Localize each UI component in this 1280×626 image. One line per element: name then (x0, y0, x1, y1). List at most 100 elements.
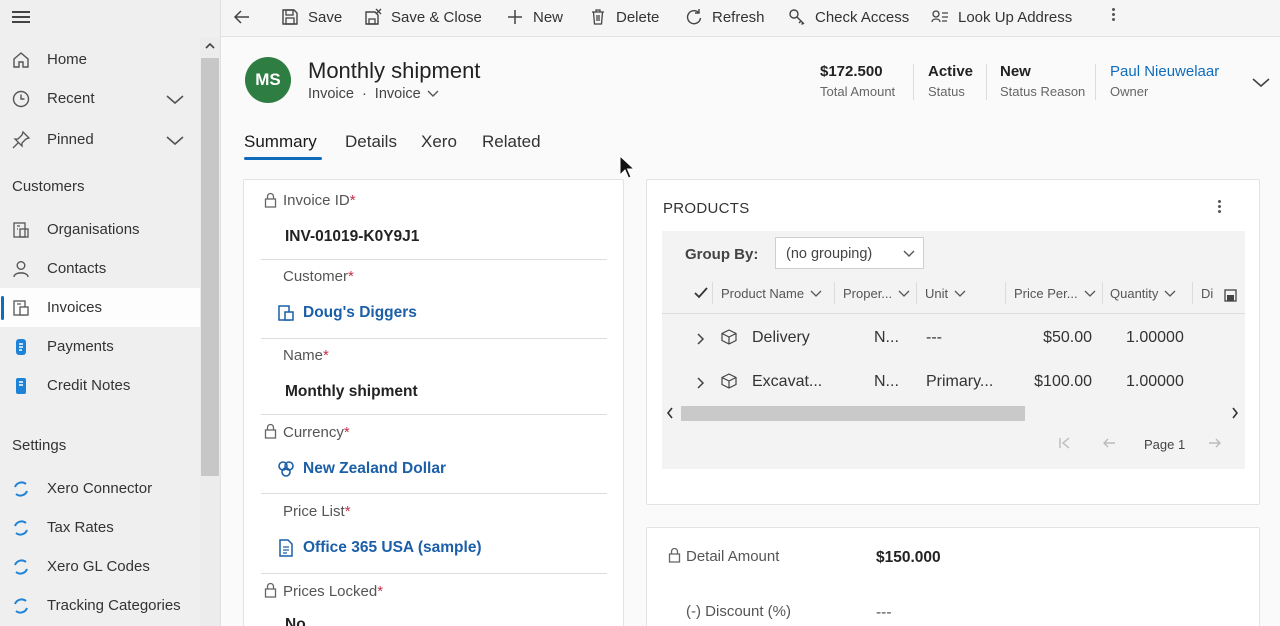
currency-label: Currency* (283, 424, 350, 441)
sidebar-item-tracking-categories[interactable]: Tracking Categories (0, 586, 200, 625)
chevron-down-icon[interactable] (165, 91, 185, 107)
back-button[interactable] (233, 0, 260, 34)
chevron-down-icon (898, 290, 910, 297)
more-commands-icon[interactable] (1110, 6, 1116, 24)
product-name-link[interactable]: Delivery (752, 329, 810, 347)
chevron-down-icon[interactable] (427, 90, 439, 98)
price-list-value: Office 365 USA (sample) (303, 539, 482, 556)
save-button[interactable]: Save (281, 0, 342, 34)
form-selector[interactable]: Invoice (375, 86, 421, 102)
chevron-right-icon[interactable] (695, 377, 705, 389)
group-by-select[interactable]: (no grouping) (775, 237, 924, 269)
price-list-label: Price List* (283, 503, 351, 520)
products-title: PRODUCTS (663, 200, 750, 217)
sidebar-item-label: Pinned (47, 131, 94, 148)
field-divider (261, 338, 607, 339)
column-header-product-name[interactable]: Product Name (721, 286, 822, 301)
credit-note-icon (16, 378, 26, 394)
sidebar-item-xero-gl-codes[interactable]: Xero GL Codes (0, 547, 200, 586)
page-indicator: Page 1 (1144, 437, 1186, 452)
sidebar-item-xero-connector[interactable]: Xero Connector (0, 469, 200, 508)
group-by-label: Group By: (685, 246, 759, 263)
column-divider (712, 282, 713, 304)
key-icon (789, 9, 805, 25)
sidebar-item-tax-rates[interactable]: Tax Rates (0, 508, 200, 547)
product-name-link[interactable]: Excavat... (752, 373, 822, 391)
save-close-button[interactable]: Save & Close (364, 0, 482, 34)
sidebar-item-label: Invoices (47, 299, 103, 316)
customer-lookup-link[interactable]: Doug's Diggers (277, 304, 417, 322)
sync-icon (14, 598, 28, 614)
sync-icon (14, 520, 28, 536)
column-header-price-per-unit[interactable]: Price Per... (1014, 286, 1096, 301)
scrollbar-thumb[interactable] (681, 406, 1025, 421)
sidebar-item-home[interactable]: Home (0, 40, 200, 79)
sidebar-item-label: Credit Notes (47, 377, 131, 394)
lock-icon (264, 192, 277, 208)
refresh-button[interactable]: Refresh (685, 0, 765, 34)
detail-amount-field[interactable]: $150.000 (876, 549, 941, 567)
sidebar: Home Recent Pinned Customers Organisatio… (0, 0, 221, 626)
product-box-icon (721, 329, 737, 345)
field-divider (261, 414, 607, 415)
edit-columns-icon[interactable] (1224, 289, 1237, 302)
currency-lookup-link[interactable]: New Zealand Dollar (277, 460, 446, 478)
column-divider (834, 282, 835, 304)
column-header-unit[interactable]: Unit (925, 286, 966, 301)
price-list-lookup-link[interactable]: Office 365 USA (sample) (277, 539, 482, 557)
prices-locked-field[interactable]: No (285, 616, 306, 626)
previous-page-icon[interactable] (1102, 437, 1116, 449)
status-value: Active (928, 63, 974, 80)
delete-button[interactable]: Delete (589, 0, 659, 34)
new-button[interactable]: New (506, 0, 563, 34)
discount-percent-field[interactable]: --- (876, 604, 892, 622)
name-field[interactable]: Monthly shipment (285, 383, 418, 401)
column-header-text: Product Name (721, 286, 805, 301)
chevron-up-icon[interactable] (203, 40, 217, 52)
header-owner: Paul Nieuwelaar Owner (1110, 63, 1219, 99)
tab-xero[interactable]: Xero (421, 132, 457, 152)
grid-horizontal-scrollbar[interactable] (662, 404, 1245, 422)
field-divider (261, 493, 607, 494)
sidebar-item-label: Home (47, 51, 88, 68)
chevron-right-icon[interactable] (1231, 407, 1239, 419)
currency-icon (278, 461, 294, 477)
chevron-down-icon[interactable] (1251, 74, 1271, 90)
next-page-icon[interactable] (1208, 437, 1222, 449)
owner-link[interactable]: Paul Nieuwelaar (1110, 63, 1219, 80)
lock-icon (264, 423, 277, 439)
field-divider (261, 259, 607, 260)
select-all-check-icon[interactable] (694, 287, 708, 299)
product-quantity-cell: 1.00000 (1126, 373, 1184, 390)
refresh-label: Refresh (712, 8, 765, 26)
tab-related[interactable]: Related (482, 132, 541, 152)
column-header-properties[interactable]: Proper... (843, 286, 910, 301)
sidebar-item-contacts[interactable]: Contacts (0, 249, 200, 288)
invoice-id-field[interactable]: INV-01019-K0Y9J1 (285, 228, 419, 246)
sidebar-item-recent[interactable]: Recent (0, 79, 200, 118)
first-page-icon[interactable] (1058, 437, 1072, 449)
sidebar-scrollbar-thumb[interactable] (201, 58, 219, 476)
required-marker: * (344, 503, 351, 520)
chevron-left-icon[interactable] (666, 407, 674, 419)
chevron-right-icon[interactable] (695, 333, 705, 345)
sidebar-item-invoices[interactable]: Invoices (0, 288, 200, 327)
chevron-down-icon[interactable] (165, 132, 185, 148)
sidebar-item-organisations[interactable]: Organisations (0, 210, 200, 249)
save-close-label: Save & Close (391, 8, 482, 26)
tab-summary[interactable]: Summary (244, 132, 317, 152)
check-access-button[interactable]: Check Access (788, 0, 909, 34)
summary-form-card (243, 179, 624, 626)
column-header-discount[interactable]: Di (1201, 286, 1213, 301)
tab-details[interactable]: Details (345, 132, 397, 152)
group-by-value: (no grouping) (786, 246, 873, 262)
sidebar-item-payments[interactable]: Payments (0, 327, 200, 366)
sidebar-item-credit-notes[interactable]: Credit Notes (0, 366, 200, 405)
column-header-quantity[interactable]: Quantity (1110, 286, 1176, 301)
sidebar-item-pinned[interactable]: Pinned (0, 120, 200, 159)
products-more-icon[interactable] (1216, 198, 1222, 216)
person-icon (13, 261, 29, 278)
look-up-address-button[interactable]: Look Up Address (931, 0, 1072, 34)
plus-icon (508, 10, 522, 24)
hamburger-menu-icon[interactable] (12, 8, 32, 24)
